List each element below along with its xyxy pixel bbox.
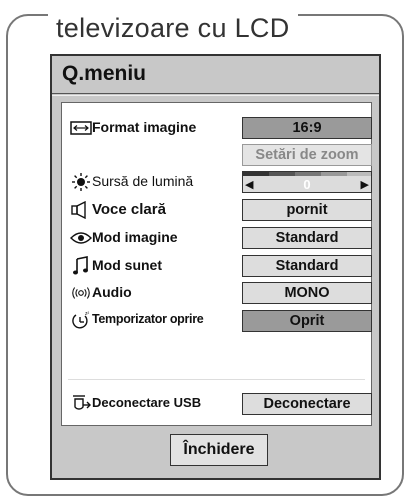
- speaker-icon: [70, 200, 92, 220]
- svg-text:z²: z²: [85, 311, 90, 317]
- menu-row-picture-mode[interactable]: Mod imagine Standard: [62, 225, 372, 251]
- light-source-slider[interactable]: ◀ 0 ▶: [242, 171, 372, 193]
- slider-value: 0: [303, 177, 311, 192]
- sound-mode-value[interactable]: Standard: [242, 255, 372, 277]
- sleep-timer-value[interactable]: Oprit: [242, 310, 372, 332]
- menu-list: Format imagine 16:9 Setări de zoom Sursă…: [61, 102, 372, 426]
- title-divider-highlight: [52, 95, 379, 96]
- aspect-ratio-icon: [70, 118, 92, 138]
- slider-segment: [321, 172, 347, 176]
- sleep-timer-icon: z²: [70, 311, 92, 331]
- panel-title: Q.meniu: [62, 62, 147, 85]
- close-button[interactable]: Închidere: [170, 434, 268, 466]
- menu-row-sleep-timer[interactable]: z² Temporizator oprire Oprit: [62, 308, 372, 334]
- title-divider: [52, 93, 379, 94]
- slider-right-arrow-icon[interactable]: ▶: [361, 178, 369, 191]
- zoom-settings-button[interactable]: Setări de zoom: [242, 144, 372, 166]
- menu-row-usb-disconnect[interactable]: Deconectare USB Deconectare: [62, 391, 372, 417]
- slider-segment: [295, 172, 321, 176]
- slider-segment: [243, 172, 269, 176]
- menu-row-label: Mod sunet: [92, 257, 162, 273]
- menu-row-format-imagine[interactable]: Format imagine 16:9: [62, 115, 372, 141]
- format-value[interactable]: 16:9: [242, 117, 372, 139]
- menu-row-zoom-settings[interactable]: Setări de zoom: [62, 142, 372, 168]
- menu-row-label: Voce clară: [92, 201, 166, 218]
- menu-divider: [68, 379, 365, 380]
- brightness-icon: [70, 172, 92, 192]
- menu-row-label: Sursă de lumină: [92, 173, 194, 189]
- audio-waves-icon: [70, 283, 92, 303]
- menu-row-light-source[interactable]: Sursă de lumină ◀ 0 ▶: [62, 169, 372, 195]
- menu-row-label: Audio: [92, 284, 132, 300]
- picture-mode-value[interactable]: Standard: [242, 227, 372, 249]
- quick-menu-panel: Q.meniu Format imagine 16:9 Setări de zo…: [50, 54, 381, 480]
- menu-row-label: Deconectare USB: [92, 395, 202, 410]
- menu-row-audio[interactable]: Audio MONO: [62, 280, 372, 306]
- menu-row-clear-voice[interactable]: Voce clară pornit: [62, 197, 372, 223]
- music-note-icon: [70, 256, 92, 276]
- slider-segment: [347, 172, 371, 176]
- eye-icon: [70, 228, 92, 248]
- slider-segment: [269, 172, 295, 176]
- menu-row-label: Format imagine: [92, 119, 197, 135]
- clear-voice-value[interactable]: pornit: [242, 199, 372, 221]
- usb-disconnect-value[interactable]: Deconectare: [242, 393, 372, 415]
- usb-disconnect-icon: [70, 394, 92, 414]
- menu-row-label: Temporizator oprire: [92, 312, 204, 326]
- menu-row-label: Mod imagine: [92, 229, 178, 245]
- audio-value[interactable]: MONO: [242, 282, 372, 304]
- section-title: televizoare cu LCD: [48, 10, 298, 46]
- menu-row-sound-mode[interactable]: Mod sunet Standard: [62, 253, 372, 279]
